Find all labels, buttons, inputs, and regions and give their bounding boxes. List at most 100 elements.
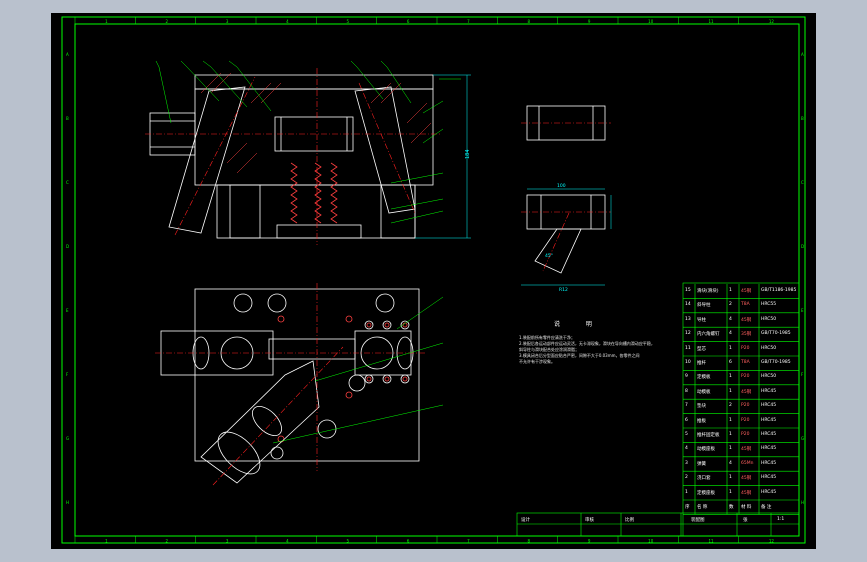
title-block-cell-no: 2	[685, 475, 688, 481]
title-block-footer-drawing_name: 装配图	[691, 518, 705, 523]
border-number: 5	[347, 19, 350, 24]
title-block-cell-mat: P20	[741, 417, 750, 423]
title-block-footer-check: 审核	[585, 518, 594, 523]
title-block-cell-name: 浇口套	[697, 476, 711, 482]
title-block-cell-no: 13	[685, 316, 691, 322]
border-number: 3	[226, 539, 229, 544]
title-block-cell-qty: 4	[729, 316, 732, 322]
border-number: 7	[467, 19, 470, 24]
title-block-cell-mat: 45钢	[741, 389, 752, 395]
title-block-cell-std: GB/T70-1985	[761, 360, 791, 365]
title-block-cell-mat: P20	[741, 432, 750, 437]
title-block-cell-qty: 1	[729, 288, 732, 293]
title-block-cell-std: HRC45	[761, 475, 777, 481]
title-block-footer-designer: 设计	[521, 518, 530, 523]
title-block-cell-mat: 45钢	[741, 289, 752, 294]
title-block-cell-mat: 材 料	[741, 505, 752, 510]
title-block-cell-qty: 4	[729, 331, 732, 337]
dim-part-width: 100	[557, 183, 566, 189]
dim-bottom: R12	[559, 287, 568, 293]
title-block-cell-qty: 1	[729, 345, 732, 351]
border-letter: A	[801, 52, 804, 57]
notes-block: 1.装配前所有零件应清洗干净； 2.装配后各运动部件应运动灵活，无卡滞现象，滑块在…	[519, 335, 655, 365]
title-block-cell-no: 12	[685, 331, 691, 337]
title-block-cell-std: HRC55	[761, 302, 777, 308]
title-block-cell-std: HRC45	[761, 489, 777, 495]
inner-frame	[74, 23, 800, 537]
title-block-cell-no: 7	[685, 403, 688, 409]
title-block-cell-name: 推杆	[697, 361, 706, 366]
border-number: 8	[528, 19, 531, 24]
border-letter: E	[801, 308, 804, 313]
title-block-cell-std: 备 注	[761, 505, 772, 510]
title-block-cell-qty: 1	[729, 417, 732, 423]
title-block-cell-std: HRC45	[761, 403, 777, 409]
border-letter: C	[66, 180, 69, 185]
title-block-cell-qty: 6	[729, 360, 732, 365]
title-block-cell-qty: 2	[729, 302, 732, 308]
title-block-cell-std: HRC45	[761, 432, 777, 437]
title-block-cell-name: 推板	[697, 418, 706, 424]
border-number: 9	[588, 539, 591, 544]
title-block-cell-mat: 45钢	[741, 447, 752, 453]
title-block-cell-mat: 45钢	[741, 317, 752, 323]
title-block-cell-name: 名 称	[697, 505, 708, 510]
border-letter: G	[801, 436, 804, 441]
title-block-cell-no: 6	[685, 417, 688, 423]
title-block-cell-no: 14	[685, 302, 691, 308]
title-block-cell-mat: T8A	[741, 302, 750, 308]
border-number: 1	[105, 539, 108, 544]
title-block-cell-std: HRC50	[761, 316, 777, 322]
border-marks: 112233445566778899101011111212A AB BC CD DE E…	[66, 17, 804, 544]
border-number: 1	[105, 19, 108, 24]
title-block-cell-name: 弹簧	[697, 461, 706, 467]
title-block-cell-mat: P20	[741, 345, 750, 351]
title-block-cell-std: HRC50	[761, 345, 777, 351]
note-line: 不允许有干涉现象。	[519, 359, 555, 364]
title-block-cell-no: 10	[685, 360, 691, 365]
border-letter: F	[66, 372, 69, 377]
title-block-cell-mat: 65Mn	[741, 460, 754, 466]
title-block-cell-name: 垫块	[697, 404, 706, 410]
part-front-view	[521, 188, 612, 286]
border-letter: B	[801, 116, 804, 121]
title-block-cell-name: 型芯	[697, 346, 706, 352]
title-block-cell-std: HRC45	[761, 460, 777, 466]
border-letter: B	[66, 116, 69, 121]
border-letter: G	[66, 436, 69, 441]
title-block-cell-name: 内六角螺钉	[697, 332, 720, 338]
border-number: 11	[709, 19, 715, 24]
title-block-cell-qty: 1	[729, 374, 732, 380]
title-block-cell-mat: 35钢	[741, 332, 752, 338]
title-block-cell-std: GB/T70-1985	[761, 331, 791, 337]
title-block-cell-std: HRC45	[761, 446, 777, 452]
title-block-cell-std: HRC45	[761, 417, 777, 423]
border-number: 12	[769, 19, 775, 24]
border-letter: C	[801, 180, 804, 185]
border-letter: H	[66, 500, 69, 505]
title-block-cell-name: 动模板	[697, 389, 711, 395]
title-block-cell-no: 4	[685, 446, 688, 452]
title-block-cell-qty: 1	[729, 489, 732, 495]
title-block-cell-no: 1	[685, 489, 688, 495]
title-block-cell-name: 滑块(滑块)	[697, 289, 719, 294]
title-block-cell-mat: 45钢	[741, 476, 752, 482]
cad-viewport[interactable]: 1 1 2 2 3 3 4 4 5 5 6 6 7 7 8 8 9 9 10 10 11 11 12 12 A A B B C C D D E E…	[51, 13, 816, 549]
border-letter: D	[66, 244, 69, 249]
title-block-cell-mat: 45钢	[741, 490, 752, 496]
dim-height: 184	[465, 149, 471, 159]
title-block-cell-no: 9	[685, 374, 688, 380]
title-block-cell-mat: T8A	[741, 360, 750, 365]
title-block-cell-no: 11	[685, 345, 691, 351]
border-letter: D	[801, 244, 804, 249]
title-block-footer-ratio: 1:1	[777, 517, 785, 522]
title-block-cell-name: 动模座板	[697, 447, 715, 453]
border-number: 3	[226, 19, 229, 24]
title-block-cell-name: 导柱	[697, 317, 706, 323]
assembly-drawing: 112233445566778899101011111212A AB BC CD DE E…	[61, 16, 806, 544]
title-block-cell-name: 定模板	[697, 375, 711, 381]
title-block-footer-scale: 比例	[625, 518, 634, 523]
title-block-cell-mat: P20	[741, 403, 750, 409]
outer-frame	[61, 16, 806, 544]
plan-view	[155, 283, 427, 486]
